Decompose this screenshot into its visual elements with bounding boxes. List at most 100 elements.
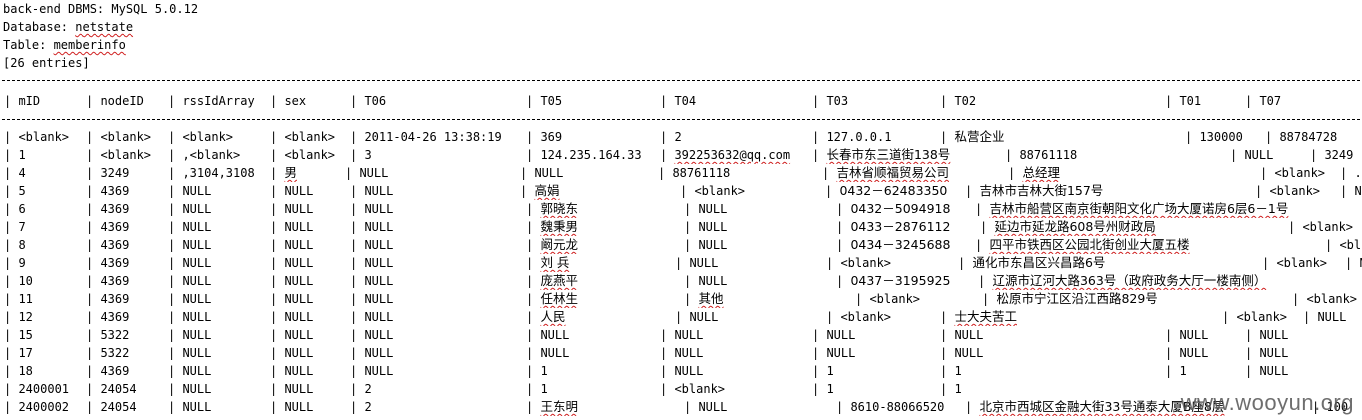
cell-value: NULL (698, 274, 728, 288)
column-separator: | (350, 328, 365, 342)
column-separator: | (1260, 166, 1275, 180)
cell-t03: | 0434－3245688 (836, 236, 975, 254)
column-separator: | (526, 328, 541, 342)
cell-value: 人民 (540, 309, 566, 324)
cell-t05: | 1 (526, 362, 660, 380)
cell-t02: | 1 (940, 362, 1165, 380)
cell-value: 124.235.164.33 (540, 148, 642, 162)
cell-value: NULL (826, 328, 856, 342)
cell-t04: | NULL (660, 362, 812, 380)
cell-t03: | 1 (812, 362, 940, 380)
column-separator: | (270, 382, 285, 396)
column-separator: | (350, 202, 365, 216)
cell-value: 88761118 (672, 166, 731, 180)
column-separator: | (168, 184, 183, 198)
cell-value: 0434－3245688 (850, 237, 951, 252)
cell-value: 4369 (100, 184, 130, 198)
cell-t04: | NULL (684, 236, 836, 254)
cell-t06: | NULL (350, 344, 526, 362)
cell-value: 高娟 (534, 183, 560, 198)
column-separator: | (812, 346, 827, 360)
column-separator: | (680, 184, 695, 198)
column-separator: | (978, 274, 993, 288)
column-separator: | (526, 310, 541, 324)
cell-value: 15 (18, 328, 33, 342)
column-separator: | (168, 346, 183, 360)
cell-rssidarray: | NULL (168, 398, 270, 416)
cell-value: 王东明 (540, 399, 578, 414)
cell-t01: | NULL (1165, 326, 1245, 344)
cell-sex: | NULL (270, 236, 350, 254)
cell-mid: | <blank> (4, 128, 86, 146)
cell-sex: | NULL (270, 182, 350, 200)
cell-value: <bl (1339, 238, 1362, 252)
cell-value: NULL (364, 238, 394, 252)
cell-value: <blank> (182, 130, 234, 144)
column-separator: | (270, 238, 285, 252)
cell-value: NULL (534, 166, 564, 180)
cell-value: NULL (182, 382, 212, 396)
cell-value: 2011-04-26 13:38:19 (364, 130, 502, 144)
column-separator: | (812, 328, 827, 342)
column-separator: | (270, 328, 285, 342)
cell-t02: | 辽源市辽河大路363号（政府政务大厅一楼南侧） (978, 272, 1362, 290)
cell-value: 369 (540, 130, 563, 144)
cell-value: 24054 (100, 382, 137, 396)
cell-t05: | 124.235.164.33 (526, 146, 660, 164)
column-separator: | (836, 238, 851, 252)
cell-t06: | 2011-04-26 13:38:19 (350, 128, 526, 146)
cell-rssidarray: | NULL (168, 236, 270, 254)
column-separator: | (965, 400, 980, 414)
cell-rssidarray: | ,3104,3108 (168, 164, 270, 182)
cell-value: NULL (284, 256, 314, 270)
dbms-line: back-end DBMS: MySQL 5.0.12 (3, 2, 199, 16)
cell-nodeid: | 4369 (86, 308, 168, 326)
column-separator: | (350, 292, 365, 306)
cell-mid: | 18 (4, 362, 86, 380)
cell-t04: | 其他 (684, 290, 855, 308)
column-separator: | (270, 400, 285, 414)
cell-value: 1 (954, 364, 962, 378)
cell-t02: | 通化市东昌区兴昌路6号 (958, 254, 1262, 272)
column-separator: | (526, 382, 541, 396)
column-header-t07: | T07 (1245, 94, 1282, 108)
cell-value: 1 (1179, 364, 1187, 378)
cell-value: 7 (18, 220, 26, 234)
column-separator: | (350, 364, 365, 378)
table-header-border (2, 119, 1360, 120)
cell-value: 刘 兵 (540, 255, 570, 270)
cell-value: NULL (284, 238, 314, 252)
cell-t05: | 郭晓东 (526, 200, 684, 218)
cell-t02: | 总经理 (1008, 164, 1260, 182)
cell-t07: | NULL (1303, 308, 1362, 326)
cell-rssidarray: | NULL (168, 218, 270, 236)
cell-t04: | NULL (660, 326, 812, 344)
cell-value: 10 (18, 274, 33, 288)
column-header-t05: | T05 (526, 94, 563, 108)
cell-value: NULL (182, 400, 212, 414)
cell-value: 0432－5094918 (850, 201, 951, 216)
table-name: memberinfo (53, 38, 126, 52)
column-header-sex: | sex (270, 94, 307, 108)
cell-t01: | <blank> (1255, 182, 1340, 200)
column-separator: | (350, 346, 365, 360)
cell-mid: | 10 (4, 272, 86, 290)
column-separator: | (86, 310, 101, 324)
cell-value: 4369 (100, 220, 130, 234)
column-separator: | (345, 166, 360, 180)
column-separator: | (168, 364, 183, 378)
cell-value: NULL (284, 328, 314, 342)
cell-rssidarray: | NULL (168, 308, 270, 326)
column-separator: | (1345, 256, 1360, 270)
column-separator: | (660, 130, 675, 144)
cell-value: 4369 (100, 364, 130, 378)
column-separator: | (168, 202, 183, 216)
column-separator: | (350, 274, 365, 288)
cell-t06: | NULL (350, 290, 526, 308)
cell-value: NU (1354, 184, 1362, 198)
cell-sex: | NULL (270, 290, 350, 308)
cell-value: NULL (182, 184, 212, 198)
cell-value: NULL (182, 274, 212, 288)
cell-value: NULL (698, 400, 728, 414)
cell-t03: | <blank> (826, 254, 958, 272)
